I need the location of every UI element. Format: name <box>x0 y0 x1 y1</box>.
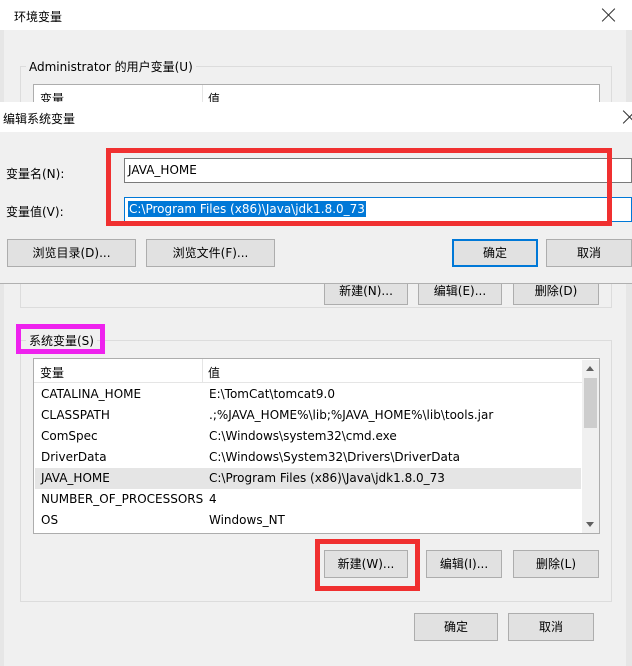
browse-directory-button[interactable]: 浏览目录(D)... <box>7 239 136 267</box>
sys-col-value[interactable]: 值 <box>208 364 220 381</box>
system-delete-button[interactable]: 删除(L) <box>513 550 599 578</box>
close-icon[interactable] <box>601 7 617 23</box>
system-variables-label: 系统变量(S) <box>26 332 97 349</box>
row-variable-value: C:\Windows\System32\Drivers\DriverData <box>209 450 460 464</box>
edit-cancel-button[interactable]: 取消 <box>546 239 632 267</box>
row-variable-value: .;%JAVA_HOME%\lib;%JAVA_HOME%\lib\tools.… <box>209 408 494 422</box>
row-variable-value: C:\Program Files (x86)\Java\jdk1.8.0_73 <box>209 471 445 485</box>
close-icon[interactable] <box>622 109 632 125</box>
edit-dialog-titlebar: 编辑系统变量 <box>0 102 632 132</box>
row-variable-name: CATALINA_HOME <box>41 387 142 401</box>
scroll-thumb[interactable] <box>584 378 597 428</box>
variable-value-label: 变量值(V): <box>6 205 64 219</box>
variable-value-selected-text: C:\Program Files (x86)\Java\jdk1.8.0_73 <box>128 201 366 217</box>
system-list-header: 变量 值 <box>34 359 599 383</box>
browse-file-button[interactable]: 浏览文件(F)... <box>146 239 275 267</box>
env-cancel-button[interactable]: 取消 <box>508 613 594 641</box>
row-variable-value: 4 <box>209 492 217 506</box>
variable-name-label: 变量名(N): <box>6 167 65 181</box>
row-variable-value: Windows_NT <box>209 513 285 527</box>
table-row[interactable]: DriverData C:\Windows\System32\Drivers\Dr… <box>35 447 581 468</box>
table-row[interactable]: NUMBER_OF_PROCESSORS 4 <box>35 489 581 510</box>
env-ok-button[interactable]: 确定 <box>414 613 498 641</box>
system-edit-button[interactable]: 编辑(I)... <box>426 550 502 578</box>
table-row[interactable]: CLASSPATH .;%JAVA_HOME%\lib;%JAVA_HOME%\l… <box>35 405 581 426</box>
user-variables-label: Administrator 的用户变量(U) <box>26 58 196 75</box>
row-variable-value: E:\TomCat\tomcat9.0 <box>209 387 335 401</box>
vertical-scrollbar[interactable] <box>582 360 599 533</box>
table-row[interactable]: OS Windows_NT <box>35 510 581 531</box>
row-variable-name: CLASSPATH <box>41 408 110 422</box>
scroll-up-icon[interactable] <box>586 366 594 371</box>
table-row[interactable]: ComSpec C:\Windows\system32\cmd.exe <box>35 426 581 447</box>
row-variable-name: ComSpec <box>41 429 98 443</box>
scroll-down-icon[interactable] <box>586 522 594 527</box>
system-variables-list[interactable]: 变量 值 CATALINA_HOME E:\TomCat\tomcat9.0 CLA… <box>33 358 600 534</box>
row-variable-name: OS <box>41 513 59 527</box>
edit-ok-button[interactable]: 确定 <box>452 239 538 267</box>
env-vars-dialog: 环境变量 Administrator 的用户变量(U) 变量 值 新建(N)..… <box>0 0 632 666</box>
row-variable-value: C:\Windows\system32\cmd.exe <box>209 429 397 443</box>
env-dialog-title: 环境变量 <box>14 10 63 24</box>
table-row[interactable]: JAVA_HOME C:\Program Files (x86)\Java\jdk… <box>35 468 581 489</box>
edit-dialog-title: 编辑系统变量 <box>3 112 76 126</box>
row-variable-name: JAVA_HOME <box>41 471 110 485</box>
variable-name-field[interactable]: JAVA_HOME <box>124 158 632 183</box>
system-new-button[interactable]: 新建(W)... <box>324 550 408 578</box>
row-variable-name: DriverData <box>41 450 107 464</box>
row-variable-name: NUMBER_OF_PROCESSORS <box>41 492 204 506</box>
sys-col-variable[interactable]: 变量 <box>40 364 64 381</box>
variable-value-field[interactable]: C:\Program Files (x86)\Java\jdk1.8.0_73 <box>124 197 632 222</box>
env-dialog-titlebar: 环境变量 <box>0 0 632 30</box>
edit-system-variable-dialog: 编辑系统变量 变量名(N): JAVA_HOME 变量值(V): C:\Prog… <box>0 102 632 284</box>
table-row[interactable]: CATALINA_HOME E:\TomCat\tomcat9.0 <box>35 384 581 405</box>
column-separator <box>202 359 203 383</box>
